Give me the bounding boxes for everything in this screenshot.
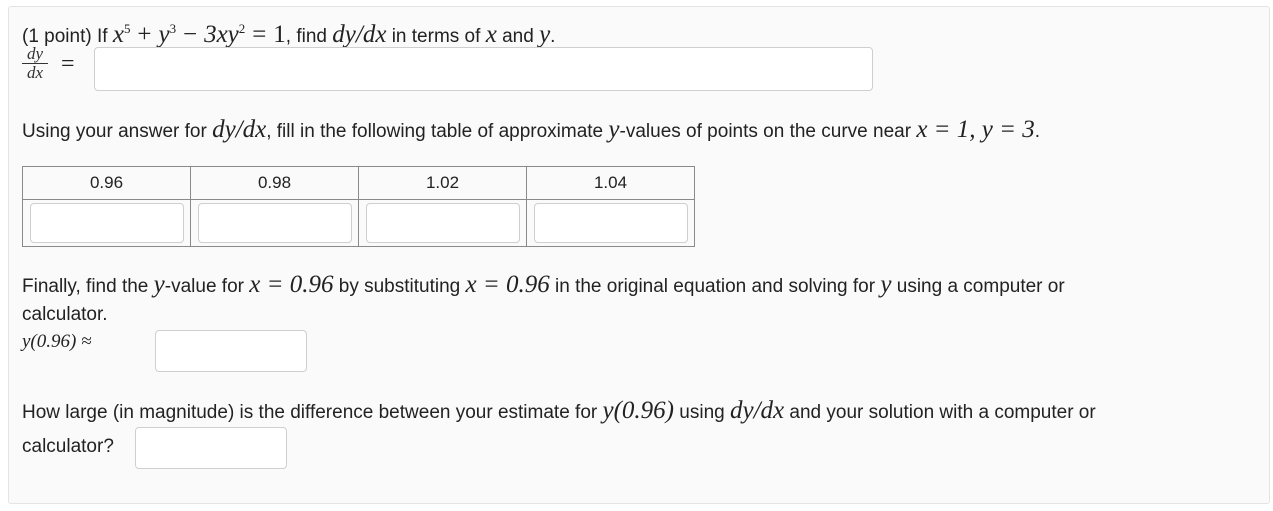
difference-question: How large (in magnitude) is the differen… (22, 397, 1096, 424)
derivative-fraction-label: dy dx (22, 45, 48, 81)
derivative-answer-input[interactable] (94, 47, 873, 91)
equals-sign: = (61, 51, 75, 77)
question-text: (1 point) If x5 + y3 − 3xy2 = 1, find dy… (22, 21, 556, 48)
find-text: , find (285, 26, 327, 47)
derivative-expr: dy/dx (332, 21, 387, 48)
exact-value-instructions-line2: calculator. (22, 304, 108, 325)
y-input-cell (526, 199, 695, 247)
y-approx-input-4[interactable] (533, 203, 688, 243)
var-y: y (880, 271, 892, 298)
y-exact-label: y(0.96) ≈ (22, 331, 92, 352)
fraction-numerator: dy (22, 45, 48, 64)
derivative-expr: dy/dx (730, 397, 785, 424)
fraction-denominator: dx (26, 63, 44, 82)
var-y: y (153, 271, 165, 298)
x-equals-expr: x = 0.96 (465, 271, 550, 298)
x-value-cell: 1.02 (358, 166, 527, 200)
table-input-row (22, 199, 695, 247)
var-y: y (539, 21, 551, 48)
table-header-row: 0.96 0.98 1.02 1.04 (22, 166, 695, 200)
x-value-cell: 0.96 (22, 166, 191, 200)
y-exact-input[interactable] (155, 330, 307, 372)
difference-input[interactable] (135, 427, 287, 469)
derivative-expr: dy/dx (212, 116, 267, 143)
problem-container: (1 point) If x5 + y3 − 3xy2 = 1, find dy… (8, 6, 1270, 504)
x-value-cell: 1.04 (526, 166, 695, 200)
y-input-cell (190, 199, 359, 247)
exact-value-instructions: Finally, find the y-value for x = 0.96 b… (22, 271, 1065, 298)
y-input-cell (22, 199, 191, 247)
x-equals-expr: x = 0.96 (249, 271, 334, 298)
y-approx-input-2[interactable] (197, 203, 352, 243)
var-y: y (608, 116, 620, 143)
table-instructions: Using your answer for dy/dx, fill in the… (22, 116, 1041, 143)
approximation-table: 0.96 0.98 1.02 1.04 (22, 166, 695, 247)
y-input-cell (358, 199, 527, 247)
equation: x5 + y3 − 3xy2 = 1 (112, 21, 286, 48)
var-x: x (485, 21, 497, 48)
if-word: If (96, 26, 108, 47)
y-approx-input-3[interactable] (365, 203, 520, 243)
in-terms-text: in terms of (391, 26, 481, 47)
point-expr: x = 1, y = 3 (916, 116, 1035, 143)
y-expr: y(0.96) (602, 397, 675, 424)
y-approx-input-1[interactable] (29, 203, 184, 243)
difference-question-line2: calculator? (22, 436, 114, 457)
x-value-cell: 0.98 (190, 166, 359, 200)
and-word: and (502, 26, 534, 47)
